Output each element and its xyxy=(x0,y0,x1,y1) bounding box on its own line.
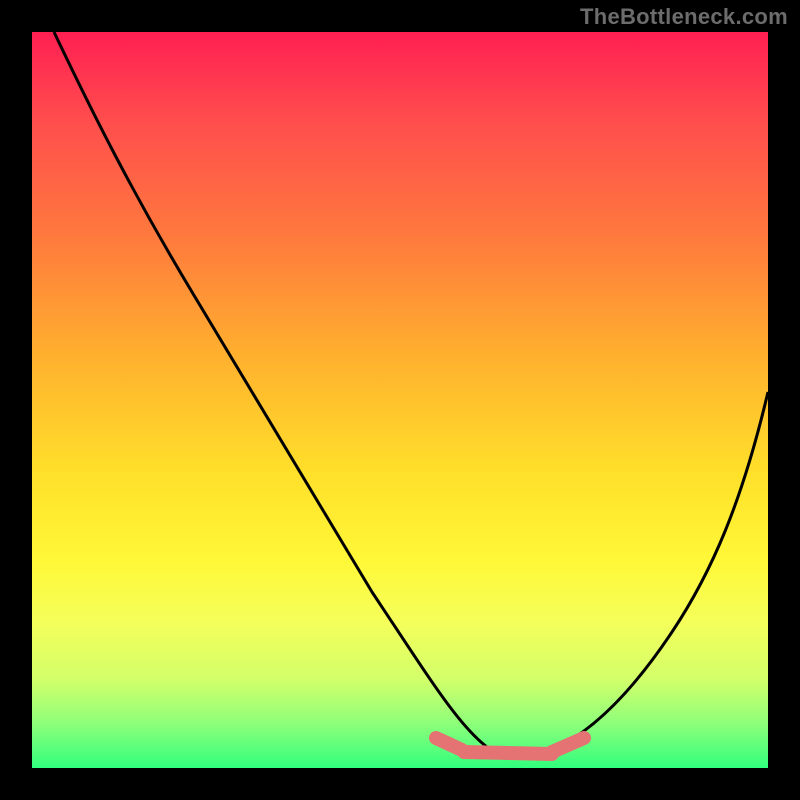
right-curve xyxy=(552,392,768,750)
watermark-text: TheBottleneck.com xyxy=(580,4,788,30)
plot-area xyxy=(32,32,768,768)
chart-svg xyxy=(32,32,768,768)
valley-marker-stroke-mid xyxy=(464,752,552,754)
left-curve xyxy=(54,32,494,752)
valley-marker-stroke-right xyxy=(552,738,584,752)
chart-frame: TheBottleneck.com xyxy=(0,0,800,800)
valley-floor-marker-group xyxy=(436,738,584,754)
valley-marker-stroke-left xyxy=(436,738,462,750)
